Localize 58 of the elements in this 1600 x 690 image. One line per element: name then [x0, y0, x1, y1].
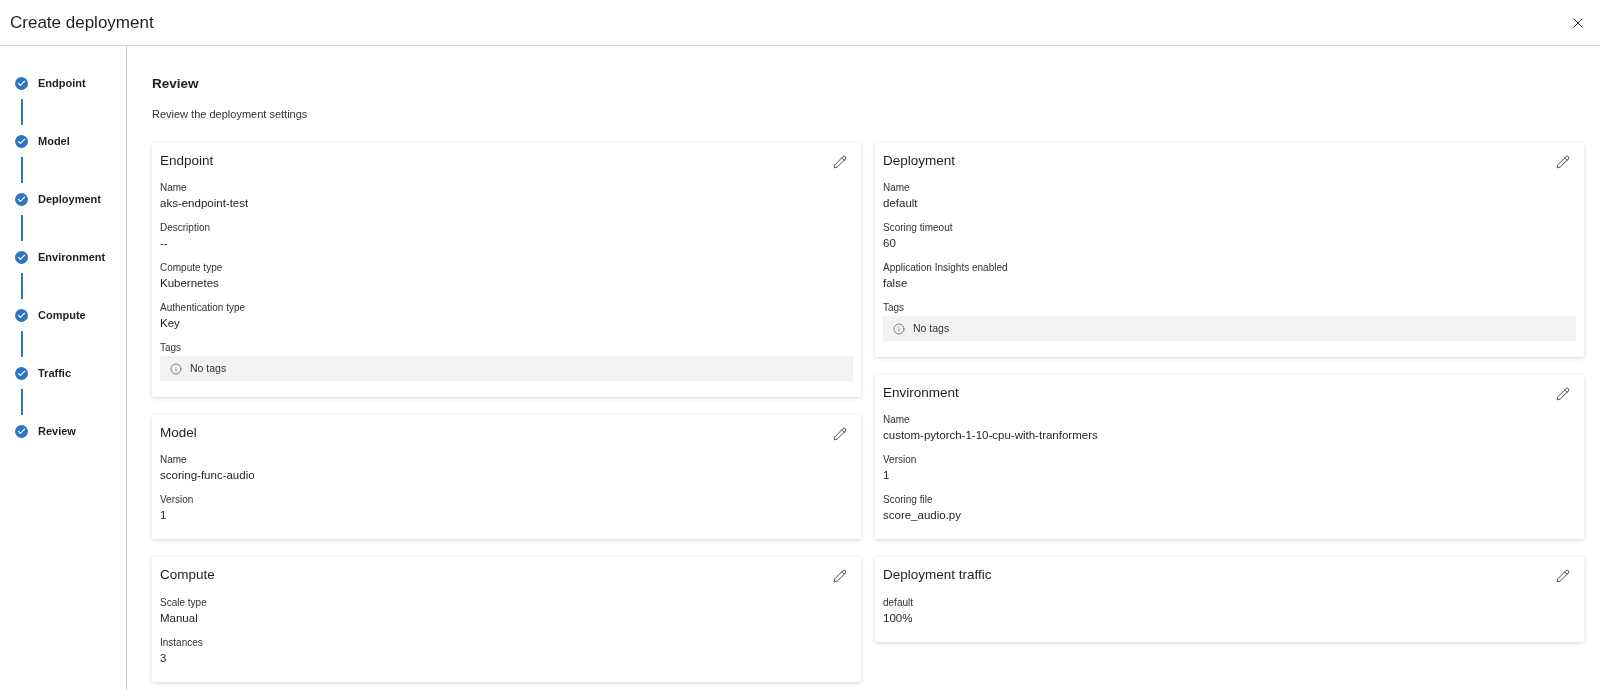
field-value: 100%: [883, 610, 914, 626]
field-label: Version: [883, 453, 918, 468]
tags-message: No tags: [190, 360, 227, 376]
field-label: Name: [160, 453, 188, 468]
field-value: scoring-func-audio: [160, 468, 256, 484]
card-title: Deployment: [883, 151, 956, 170]
info-icon: [893, 322, 905, 335]
field-value: 1: [160, 508, 168, 524]
field-label: Version: [160, 493, 195, 508]
page-title: Review: [152, 75, 200, 93]
card-title: Model: [160, 424, 197, 442]
field-label: Scale type: [160, 595, 208, 610]
card-title: Endpoint: [160, 151, 214, 170]
field-label: Name: [883, 181, 911, 195]
pencil-icon: [1556, 387, 1570, 401]
field-value: 1: [883, 468, 891, 484]
field-label: Name: [883, 413, 911, 428]
card-title: Environment: [883, 384, 959, 402]
field-value: default: [883, 196, 919, 211]
field-value: false: [883, 276, 909, 291]
pencil-icon: [833, 569, 847, 584]
field-value: aks-endpoint-test: [160, 196, 250, 211]
field-value: 3: [160, 650, 168, 666]
field-label: default: [883, 595, 915, 610]
info-icon: [170, 362, 182, 375]
wizard-step[interactable]: Review: [15, 423, 126, 439]
pencil-icon: [1556, 569, 1570, 584]
field-value: Manual: [160, 610, 199, 626]
field-label: Name: [160, 181, 188, 195]
field-label: Authentication type: [160, 301, 247, 315]
wizard-step[interactable]: Environment: [15, 249, 126, 265]
field-label: Tags: [883, 301, 906, 315]
field-value: 60: [883, 236, 897, 251]
field-value: Key: [160, 316, 181, 331]
field-label: Instances: [160, 635, 204, 650]
pencil-icon: [1556, 154, 1570, 169]
field-label: Tags: [160, 341, 183, 355]
wizard-step[interactable]: Deployment: [15, 191, 126, 207]
card-title: Deployment traffic: [883, 566, 992, 585]
pencil-icon: [833, 427, 847, 441]
pencil-icon: [833, 154, 847, 169]
field-value: score_audio.py: [883, 508, 962, 524]
wizard-step[interactable]: Endpoint: [15, 75, 126, 91]
wizard-step[interactable]: Traffic: [15, 365, 126, 381]
field-label: Compute type: [160, 261, 224, 275]
tags-message: No tags: [913, 320, 950, 336]
field-label: Application Insights enabled: [883, 261, 1009, 275]
wizard-step[interactable]: Compute: [15, 307, 126, 323]
field-value: custom-pytorch-1-10-cpu-with-tranformers: [883, 428, 1099, 444]
field-label: Scoring file: [883, 493, 934, 508]
field-label: Description: [160, 221, 212, 235]
window-title: Create deployment: [10, 11, 154, 34]
page-subtitle: Review the deployment settings: [152, 107, 309, 123]
wizard-step[interactable]: Model: [15, 133, 126, 149]
field-value: Kubernetes: [160, 276, 220, 291]
field-label: Scoring timeout: [883, 221, 954, 235]
card-title: Compute: [160, 566, 215, 585]
field-value: --: [160, 236, 169, 251]
